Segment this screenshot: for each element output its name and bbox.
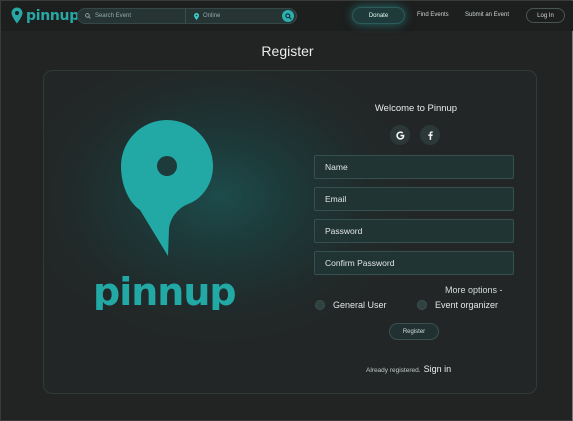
location-pin-icon xyxy=(194,12,199,20)
role-event-organizer[interactable]: Event organizer xyxy=(417,300,498,310)
event-organizer-label: Event organizer xyxy=(435,300,499,310)
search-icon xyxy=(85,13,91,19)
search-icon xyxy=(284,12,292,20)
pinnup-logo: pinnup xyxy=(93,120,237,310)
login-button[interactable]: Log In xyxy=(526,8,565,23)
search-submit-button[interactable] xyxy=(282,10,294,22)
search-input[interactable]: Search Event xyxy=(78,9,186,23)
welcome-text: Welcome to Pinnup xyxy=(374,103,458,114)
app-window: pinnup Search Event Online Donate Find E… xyxy=(0,0,573,421)
event-organizer-radio[interactable] xyxy=(417,300,427,310)
confirm-password-field[interactable] xyxy=(314,251,514,275)
sign-in-link[interactable]: Sign in xyxy=(424,364,452,374)
search-bar: Search Event Online xyxy=(77,8,297,24)
email-input[interactable] xyxy=(325,194,513,204)
name-input[interactable] xyxy=(325,162,513,172)
pin-icon xyxy=(121,120,213,256)
donate-button[interactable]: Donate xyxy=(352,7,405,24)
top-navbar: pinnup Search Event Online Donate Find E… xyxy=(1,1,573,31)
role-general-user[interactable]: General User xyxy=(315,300,387,310)
register-button[interactable]: Register xyxy=(389,323,439,340)
find-events-link[interactable]: Find Events xyxy=(417,12,449,18)
email-field[interactable] xyxy=(314,187,514,211)
signin-row: Already registered. Sign in xyxy=(366,364,451,374)
confirm-password-input[interactable] xyxy=(325,258,513,268)
password-field[interactable] xyxy=(314,219,514,243)
google-icon xyxy=(395,130,404,140)
google-signin-button[interactable] xyxy=(390,125,410,145)
brand-name: pinnup xyxy=(26,7,79,24)
pin-icon xyxy=(11,7,23,24)
general-user-radio[interactable] xyxy=(315,300,325,310)
password-input[interactable] xyxy=(325,226,513,236)
location-input[interactable]: Online xyxy=(186,9,296,23)
facebook-icon xyxy=(427,130,433,140)
facebook-signin-button[interactable] xyxy=(420,125,440,145)
search-placeholder: Search Event xyxy=(95,13,132,19)
general-user-label: General User xyxy=(333,300,387,310)
submit-event-link[interactable]: Submit an Event xyxy=(465,12,509,18)
logo-word: pinnup xyxy=(93,270,236,310)
more-options-toggle[interactable]: More options - xyxy=(445,285,503,295)
page-title: Register xyxy=(261,43,314,59)
already-registered-text: Already registered. xyxy=(366,367,421,374)
location-value: Online xyxy=(203,13,221,19)
brand-logo[interactable]: pinnup xyxy=(11,7,79,24)
register-card: pinnup Welcome to Pinnup More options - xyxy=(43,70,537,394)
name-field[interactable] xyxy=(314,155,514,179)
